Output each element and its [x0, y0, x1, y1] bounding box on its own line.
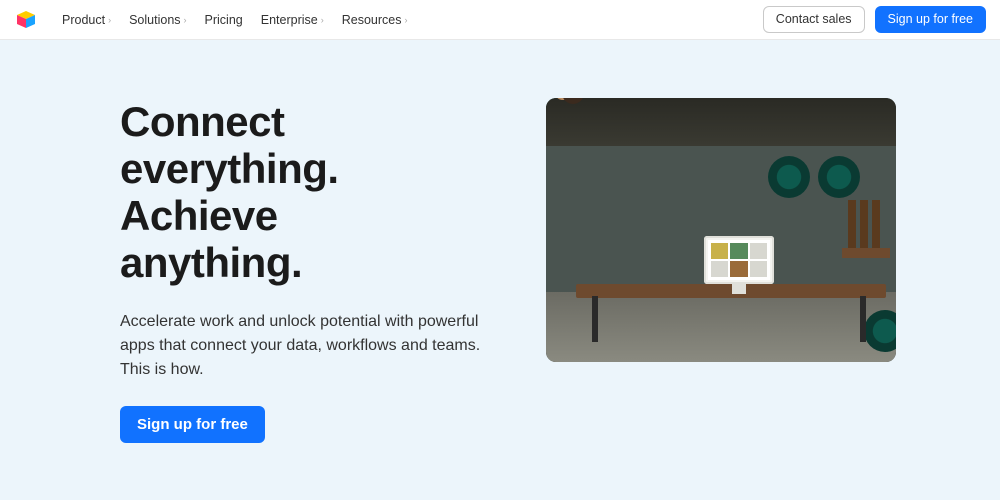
scene-floor — [546, 292, 896, 362]
hero-section: Connect everything. Achieve anything. Ac… — [0, 40, 1000, 500]
signup-button-nav[interactable]: Sign up for free — [875, 6, 986, 33]
top-navbar: Product › Solutions › Pricing Enterprise… — [0, 0, 1000, 40]
nav-label: Resources — [342, 13, 402, 27]
hero-subhead: Accelerate work and unlock potential wit… — [120, 310, 500, 382]
nav-item-resources[interactable]: Resources › — [342, 13, 408, 27]
nav-label: Enterprise — [261, 13, 318, 27]
nav-label: Pricing — [205, 13, 243, 27]
nav-left: Product › Solutions › Pricing Enterprise… — [14, 8, 407, 32]
desk — [576, 284, 886, 298]
nav-item-pricing[interactable]: Pricing — [205, 13, 243, 27]
wooden-chair — [842, 200, 890, 270]
hero-text-block: Connect everything. Achieve anything. Ac… — [120, 98, 520, 500]
monitor-icon — [704, 236, 774, 284]
nav-item-product[interactable]: Product › — [62, 13, 111, 27]
brand-logo-icon[interactable] — [14, 8, 38, 32]
desk-leg — [592, 296, 598, 342]
hero-image — [546, 98, 896, 362]
nav-item-enterprise[interactable]: Enterprise › — [261, 13, 324, 27]
nav-item-solutions[interactable]: Solutions › — [129, 13, 186, 27]
hero-headline: Connect everything. Achieve anything. — [120, 98, 520, 286]
chevron-right-icon: › — [321, 15, 324, 25]
chevron-right-icon: › — [184, 15, 187, 25]
monitor-screen — [708, 240, 770, 280]
chevron-right-icon: › — [108, 15, 111, 25]
fabric-roll-icon — [768, 156, 810, 198]
nav-label: Product — [62, 13, 105, 27]
nav-right: Contact sales Sign up for free — [763, 6, 986, 33]
scene-ceiling — [546, 98, 896, 146]
desk-leg — [860, 296, 866, 342]
signup-button-hero[interactable]: Sign up for free — [120, 406, 265, 443]
nav-label: Solutions — [129, 13, 180, 27]
chevron-right-icon: › — [404, 15, 407, 25]
contact-sales-button[interactable]: Contact sales — [763, 6, 865, 33]
fabric-roll-icon — [818, 156, 860, 198]
